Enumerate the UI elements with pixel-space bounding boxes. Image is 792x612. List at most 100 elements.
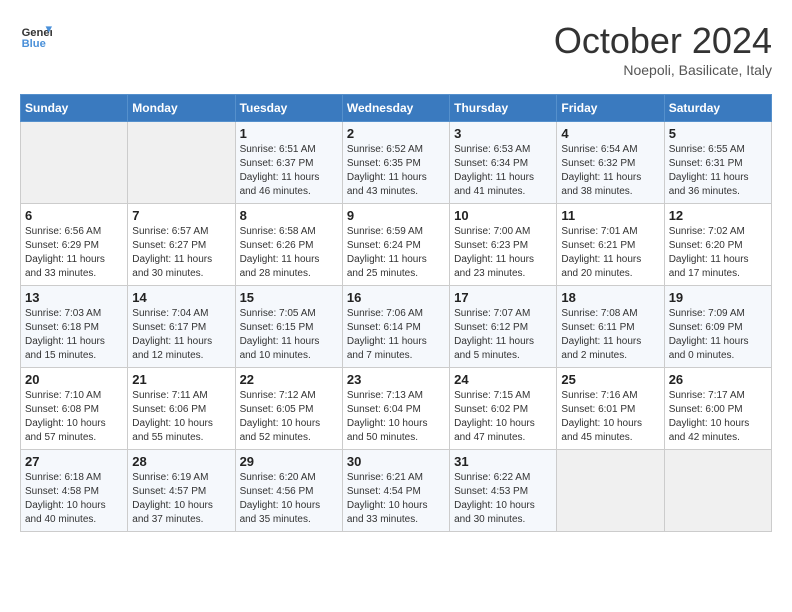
calendar-cell: [664, 450, 771, 532]
day-info: Sunrise: 7:16 AMSunset: 6:01 PMDaylight:…: [561, 389, 659, 445]
calendar-cell: 1 Sunrise: 6:51 AMSunset: 6:37 PMDayligh…: [235, 122, 342, 204]
day-number: 19: [669, 290, 767, 305]
day-number: 28: [132, 454, 230, 469]
day-header-friday: Friday: [557, 95, 664, 122]
day-info: Sunrise: 6:21 AMSunset: 4:54 PMDaylight:…: [347, 471, 445, 527]
day-info: Sunrise: 7:15 AMSunset: 6:02 PMDaylight:…: [454, 389, 552, 445]
calendar-cell: [557, 450, 664, 532]
calendar-cell: 6 Sunrise: 6:56 AMSunset: 6:29 PMDayligh…: [21, 204, 128, 286]
calendar-cell: 27 Sunrise: 6:18 AMSunset: 4:58 PMDaylig…: [21, 450, 128, 532]
calendar-week-row: 6 Sunrise: 6:56 AMSunset: 6:29 PMDayligh…: [21, 204, 772, 286]
day-number: 23: [347, 372, 445, 387]
day-info: Sunrise: 6:54 AMSunset: 6:32 PMDaylight:…: [561, 143, 659, 199]
calendar-cell: 14 Sunrise: 7:04 AMSunset: 6:17 PMDaylig…: [128, 286, 235, 368]
day-info: Sunrise: 6:59 AMSunset: 6:24 PMDaylight:…: [347, 225, 445, 281]
day-info: Sunrise: 7:10 AMSunset: 6:08 PMDaylight:…: [25, 389, 123, 445]
month-title: October 2024: [554, 20, 772, 62]
day-number: 6: [25, 208, 123, 223]
day-number: 4: [561, 126, 659, 141]
day-number: 13: [25, 290, 123, 305]
calendar-cell: 23 Sunrise: 7:13 AMSunset: 6:04 PMDaylig…: [342, 368, 449, 450]
day-number: 10: [454, 208, 552, 223]
calendar-cell: 7 Sunrise: 6:57 AMSunset: 6:27 PMDayligh…: [128, 204, 235, 286]
day-info: Sunrise: 6:58 AMSunset: 6:26 PMDaylight:…: [240, 225, 338, 281]
day-info: Sunrise: 7:05 AMSunset: 6:15 PMDaylight:…: [240, 307, 338, 363]
day-info: Sunrise: 6:53 AMSunset: 6:34 PMDaylight:…: [454, 143, 552, 199]
day-info: Sunrise: 7:02 AMSunset: 6:20 PMDaylight:…: [669, 225, 767, 281]
day-info: Sunrise: 7:11 AMSunset: 6:06 PMDaylight:…: [132, 389, 230, 445]
day-info: Sunrise: 6:56 AMSunset: 6:29 PMDaylight:…: [25, 225, 123, 281]
day-header-tuesday: Tuesday: [235, 95, 342, 122]
calendar-cell: 21 Sunrise: 7:11 AMSunset: 6:06 PMDaylig…: [128, 368, 235, 450]
calendar-week-row: 1 Sunrise: 6:51 AMSunset: 6:37 PMDayligh…: [21, 122, 772, 204]
day-info: Sunrise: 6:52 AMSunset: 6:35 PMDaylight:…: [347, 143, 445, 199]
day-number: 21: [132, 372, 230, 387]
day-header-sunday: Sunday: [21, 95, 128, 122]
day-info: Sunrise: 7:07 AMSunset: 6:12 PMDaylight:…: [454, 307, 552, 363]
calendar-cell: 15 Sunrise: 7:05 AMSunset: 6:15 PMDaylig…: [235, 286, 342, 368]
calendar-cell: 3 Sunrise: 6:53 AMSunset: 6:34 PMDayligh…: [450, 122, 557, 204]
calendar-cell: 4 Sunrise: 6:54 AMSunset: 6:32 PMDayligh…: [557, 122, 664, 204]
calendar-cell: 29 Sunrise: 6:20 AMSunset: 4:56 PMDaylig…: [235, 450, 342, 532]
day-number: 7: [132, 208, 230, 223]
calendar-cell: 30 Sunrise: 6:21 AMSunset: 4:54 PMDaylig…: [342, 450, 449, 532]
day-number: 26: [669, 372, 767, 387]
day-info: Sunrise: 6:55 AMSunset: 6:31 PMDaylight:…: [669, 143, 767, 199]
day-number: 25: [561, 372, 659, 387]
day-info: Sunrise: 7:03 AMSunset: 6:18 PMDaylight:…: [25, 307, 123, 363]
calendar-cell: 12 Sunrise: 7:02 AMSunset: 6:20 PMDaylig…: [664, 204, 771, 286]
calendar-table: SundayMondayTuesdayWednesdayThursdayFrid…: [20, 94, 772, 532]
calendar-cell: 2 Sunrise: 6:52 AMSunset: 6:35 PMDayligh…: [342, 122, 449, 204]
day-number: 15: [240, 290, 338, 305]
day-info: Sunrise: 7:01 AMSunset: 6:21 PMDaylight:…: [561, 225, 659, 281]
day-info: Sunrise: 6:20 AMSunset: 4:56 PMDaylight:…: [240, 471, 338, 527]
day-number: 29: [240, 454, 338, 469]
calendar-week-row: 27 Sunrise: 6:18 AMSunset: 4:58 PMDaylig…: [21, 450, 772, 532]
calendar-cell: 13 Sunrise: 7:03 AMSunset: 6:18 PMDaylig…: [21, 286, 128, 368]
calendar-cell: 5 Sunrise: 6:55 AMSunset: 6:31 PMDayligh…: [664, 122, 771, 204]
calendar-cell: 22 Sunrise: 7:12 AMSunset: 6:05 PMDaylig…: [235, 368, 342, 450]
calendar-cell: 28 Sunrise: 6:19 AMSunset: 4:57 PMDaylig…: [128, 450, 235, 532]
calendar-cell: 9 Sunrise: 6:59 AMSunset: 6:24 PMDayligh…: [342, 204, 449, 286]
calendar-cell: 31 Sunrise: 6:22 AMSunset: 4:53 PMDaylig…: [450, 450, 557, 532]
logo-icon: General Blue: [20, 20, 52, 52]
calendar-cell: [21, 122, 128, 204]
day-info: Sunrise: 6:57 AMSunset: 6:27 PMDaylight:…: [132, 225, 230, 281]
calendar-cell: 25 Sunrise: 7:16 AMSunset: 6:01 PMDaylig…: [557, 368, 664, 450]
calendar-cell: 18 Sunrise: 7:08 AMSunset: 6:11 PMDaylig…: [557, 286, 664, 368]
page-header: General Blue October 2024 Noepoli, Basil…: [20, 20, 772, 78]
day-number: 14: [132, 290, 230, 305]
calendar-cell: 17 Sunrise: 7:07 AMSunset: 6:12 PMDaylig…: [450, 286, 557, 368]
day-number: 31: [454, 454, 552, 469]
day-number: 8: [240, 208, 338, 223]
calendar-cell: 11 Sunrise: 7:01 AMSunset: 6:21 PMDaylig…: [557, 204, 664, 286]
logo: General Blue: [20, 20, 52, 52]
calendar-cell: 10 Sunrise: 7:00 AMSunset: 6:23 PMDaylig…: [450, 204, 557, 286]
day-header-monday: Monday: [128, 95, 235, 122]
day-number: 30: [347, 454, 445, 469]
svg-text:Blue: Blue: [22, 38, 46, 50]
calendar-header-row: SundayMondayTuesdayWednesdayThursdayFrid…: [21, 95, 772, 122]
day-number: 1: [240, 126, 338, 141]
calendar-cell: 26 Sunrise: 7:17 AMSunset: 6:00 PMDaylig…: [664, 368, 771, 450]
day-info: Sunrise: 6:51 AMSunset: 6:37 PMDaylight:…: [240, 143, 338, 199]
location-subtitle: Noepoli, Basilicate, Italy: [554, 62, 772, 78]
day-header-thursday: Thursday: [450, 95, 557, 122]
calendar-week-row: 20 Sunrise: 7:10 AMSunset: 6:08 PMDaylig…: [21, 368, 772, 450]
day-info: Sunrise: 7:17 AMSunset: 6:00 PMDaylight:…: [669, 389, 767, 445]
calendar-body: 1 Sunrise: 6:51 AMSunset: 6:37 PMDayligh…: [21, 122, 772, 532]
calendar-cell: 8 Sunrise: 6:58 AMSunset: 6:26 PMDayligh…: [235, 204, 342, 286]
day-info: Sunrise: 7:12 AMSunset: 6:05 PMDaylight:…: [240, 389, 338, 445]
day-number: 18: [561, 290, 659, 305]
day-number: 20: [25, 372, 123, 387]
day-info: Sunrise: 7:00 AMSunset: 6:23 PMDaylight:…: [454, 225, 552, 281]
day-info: Sunrise: 7:06 AMSunset: 6:14 PMDaylight:…: [347, 307, 445, 363]
calendar-cell: 19 Sunrise: 7:09 AMSunset: 6:09 PMDaylig…: [664, 286, 771, 368]
day-number: 9: [347, 208, 445, 223]
title-block: October 2024 Noepoli, Basilicate, Italy: [554, 20, 772, 78]
day-info: Sunrise: 6:19 AMSunset: 4:57 PMDaylight:…: [132, 471, 230, 527]
day-info: Sunrise: 7:08 AMSunset: 6:11 PMDaylight:…: [561, 307, 659, 363]
calendar-cell: [128, 122, 235, 204]
day-header-wednesday: Wednesday: [342, 95, 449, 122]
day-info: Sunrise: 6:22 AMSunset: 4:53 PMDaylight:…: [454, 471, 552, 527]
